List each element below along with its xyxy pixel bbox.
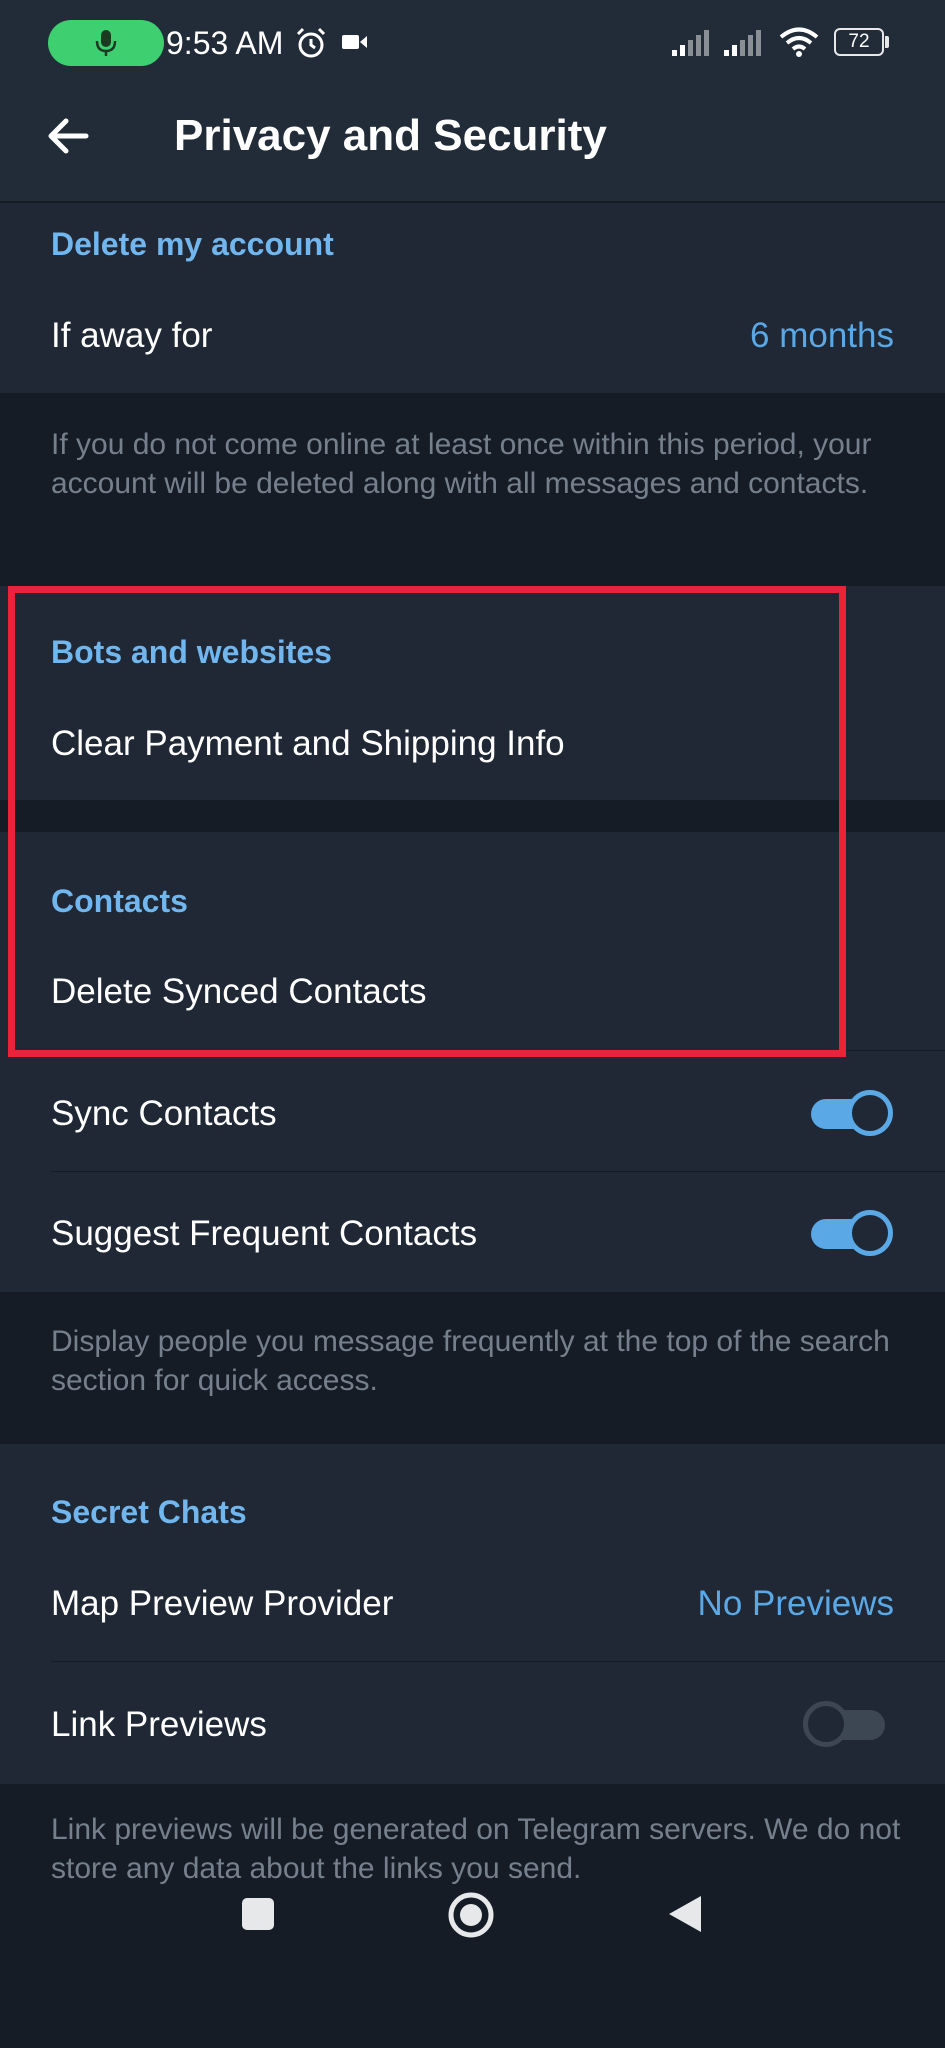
map-preview-label: Map Preview Provider <box>51 1584 394 1623</box>
signal-icon <box>724 30 761 56</box>
page-title: Privacy and Security <box>174 111 607 160</box>
delete-account-hint: If you do not come online at least once … <box>51 428 872 500</box>
delete-account-title: Delete my account <box>51 226 334 262</box>
square-icon[interactable] <box>240 1896 276 1932</box>
link-previews-label: Link Previews <box>51 1705 267 1744</box>
back-button[interactable] <box>40 108 96 164</box>
arrow-left-icon <box>48 118 89 154</box>
secret-chats-hint: Link previews will be generated on Teleg… <box>51 1813 901 1885</box>
if-away-label: If away for <box>51 316 213 355</box>
battery-tip <box>885 36 889 48</box>
back-triangle-icon[interactable] <box>665 1893 705 1935</box>
mic-indicator <box>48 20 164 66</box>
signal-icon <box>672 30 709 56</box>
secret-chats-title: Secret Chats <box>51 1494 247 1530</box>
status-time: 9:53 AM <box>166 25 284 61</box>
wifi-icon <box>779 27 819 57</box>
video-icon <box>342 35 367 49</box>
if-away-value[interactable]: 6 months <box>750 314 894 358</box>
suggest-contacts-label: Suggest Frequent Contacts <box>51 1214 478 1253</box>
link-previews-toggle[interactable] <box>803 1697 887 1751</box>
contacts-hint: Display people you message frequently at… <box>51 1325 890 1397</box>
toggle-knob <box>803 1701 849 1747</box>
toggle-knob <box>847 1090 893 1136</box>
highlight-box <box>8 586 846 1057</box>
sync-contacts-toggle[interactable] <box>809 1086 893 1140</box>
map-preview-value[interactable]: No Previews <box>698 1582 894 1626</box>
sync-contacts-label: Sync Contacts <box>51 1094 277 1133</box>
alarm-icon <box>296 27 326 58</box>
circle-home-icon[interactable] <box>446 1890 496 1940</box>
suggest-contacts-toggle[interactable] <box>809 1206 893 1260</box>
battery-icon: 72 <box>834 28 884 56</box>
mic-icon <box>95 30 117 56</box>
toggle-knob <box>847 1210 893 1256</box>
